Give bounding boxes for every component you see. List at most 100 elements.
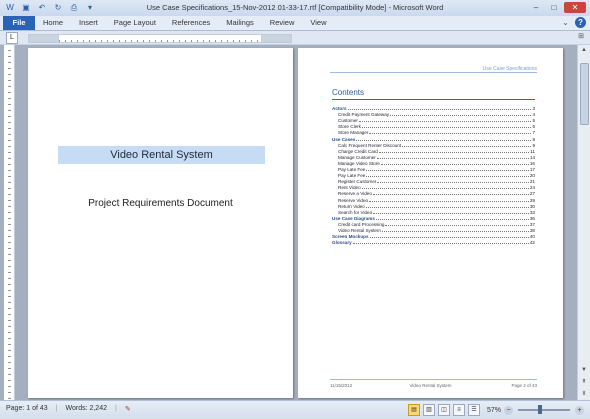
tab-mailings[interactable]: Mailings [218, 16, 262, 30]
toc-entry-page: 30 [529, 203, 535, 209]
toc-entry-label: Register Customer [338, 179, 377, 185]
outline-view-icon[interactable]: ≡ [452, 404, 465, 416]
zoom-out-icon[interactable]: − [504, 405, 513, 415]
toc-entry-label: Reserve Video [338, 197, 369, 203]
horizontal-ruler[interactable] [28, 34, 292, 43]
tab-page-layout[interactable]: Page Layout [106, 16, 164, 30]
minimize-button[interactable]: – [528, 2, 544, 13]
toc-entry-page: 29 [529, 197, 535, 203]
zoom-slider-thumb[interactable] [538, 405, 542, 414]
expand-ribbon-icon[interactable]: ⌄ [560, 17, 571, 28]
ruler-bar: L ⊞ [0, 31, 590, 45]
maximize-button[interactable]: □ [546, 2, 562, 13]
status-divider: | [55, 405, 58, 412]
quick-access-toolbar: W ▣ ↶ ↻ ⎙ ▾ [4, 2, 96, 13]
toc-leader [347, 109, 532, 111]
toc-entry-label: Video Rental System [338, 227, 381, 233]
undo-icon[interactable]: ↶ [36, 2, 48, 13]
toc-entry-page: 9 [532, 142, 535, 148]
toc-entry-page: 27 [529, 191, 535, 197]
footer-rule [330, 379, 537, 380]
help-icon[interactable]: ? [575, 17, 586, 28]
tab-view[interactable]: View [302, 16, 334, 30]
close-button[interactable]: ✕ [564, 2, 586, 13]
scroll-up-icon[interactable]: ▲ [578, 45, 590, 56]
toc-entry-label: Return Video [338, 203, 365, 209]
tab-home[interactable]: Home [35, 16, 71, 30]
document-area: Video Rental System Project Requirements… [0, 45, 578, 400]
toc-entry-page: 37 [529, 221, 535, 227]
vertical-scrollbar[interactable]: ▲ ▼ ⇞ ⇟ [577, 45, 590, 400]
customize-qat-icon[interactable]: ▾ [84, 2, 96, 13]
web-layout-icon[interactable]: ◫ [437, 404, 450, 416]
toc-entry-label: Rent Video [338, 185, 361, 191]
toc-leader [373, 212, 529, 214]
toc-entry-label: Charge Credit Card [338, 148, 378, 154]
toc-leader [358, 121, 532, 123]
tab-references[interactable]: References [164, 16, 218, 30]
toc-leader [376, 157, 529, 159]
proofing-icon[interactable]: ✎ [125, 405, 131, 413]
scroll-down-icon[interactable]: ▼ [578, 365, 590, 376]
toc-entry-label: Calc Frequent Renter Discount [338, 142, 402, 148]
tab-file[interactable]: File [3, 16, 35, 30]
status-bar: Page: 1 of 43 | Words: 2,242 | ✎ ▤ ▥ ◫ ≡… [0, 400, 590, 419]
save-icon[interactable]: ▣ [20, 2, 32, 13]
toc-entry-page: 8 [532, 136, 535, 142]
word-count[interactable]: Words: 2,242 [65, 405, 107, 413]
toc-entry-page: 3 [532, 106, 535, 112]
toc-leader [352, 243, 529, 245]
page-count[interactable]: Page: 1 of 43 [6, 405, 48, 413]
toc-entry-page: 17 [529, 167, 535, 173]
full-screen-reading-icon[interactable]: ▥ [422, 404, 435, 416]
zoom-level[interactable]: 57% [487, 407, 501, 414]
toc-entry-page: 38 [529, 227, 535, 233]
toc-leader [361, 188, 529, 190]
tab-insert[interactable]: Insert [71, 16, 106, 30]
print-icon[interactable]: ⎙ [68, 2, 80, 13]
view-ruler-icon[interactable]: ⊞ [576, 32, 586, 42]
toc-entry-label: Customer [338, 118, 358, 124]
scrollbar-thumb[interactable] [580, 63, 589, 125]
toc-entry-label: Store Clerk [338, 124, 361, 130]
toc-entry[interactable]: Glossary 42 [332, 239, 535, 245]
title-bar: W ▣ ↶ ↻ ⎙ ▾ Use Case Specifications_15-N… [0, 0, 590, 17]
toc-leader [375, 218, 529, 220]
window-title: Use Case Specifications_15-Nov-2012 01-3… [146, 3, 444, 12]
toc-entry-label: Search for Video [338, 209, 373, 215]
window-controls: – □ ✕ [528, 2, 586, 13]
toc-leader [380, 163, 529, 165]
document-page-1[interactable]: Video Rental System Project Requirements… [28, 48, 293, 398]
print-layout-view-icon[interactable]: ▤ [407, 404, 420, 416]
table-of-contents: Actors 3 Credit Payment Gateway 4 Customer 5 S… [332, 105, 535, 245]
tab-selector-icon[interactable]: L [6, 32, 18, 44]
toc-entry-page: 5 [532, 118, 535, 124]
toc-leader [356, 139, 532, 141]
toc-leader [369, 237, 529, 239]
toc-leader [402, 145, 532, 147]
toc-leader [365, 206, 529, 208]
toc-entry-label: Credit Payment Gateway [338, 112, 390, 118]
document-page-2[interactable]: Use Case Specifications Contents Actors 3… [298, 48, 563, 398]
next-page-icon[interactable]: ⇟ [578, 389, 590, 400]
toc-entry-page: 36 [529, 215, 535, 221]
word-logo-icon[interactable]: W [4, 2, 16, 13]
toc-entry-page: 20 [529, 173, 535, 179]
draft-view-icon[interactable]: ☰ [467, 404, 480, 416]
toc-leader [378, 151, 530, 153]
ribbon-right-controls: ⌄ ? [560, 17, 586, 28]
header-rule [330, 72, 537, 73]
zoom-in-icon[interactable]: + [575, 405, 584, 415]
vertical-ruler[interactable] [4, 45, 15, 400]
toc-title: Contents [332, 88, 365, 97]
toc-entry-label: Use Case Diagrams [332, 215, 375, 221]
redo-icon[interactable]: ↻ [52, 2, 64, 13]
toc-leader [377, 182, 529, 184]
toc-leader [390, 115, 532, 117]
tab-review[interactable]: Review [262, 16, 303, 30]
previous-page-icon[interactable]: ⇞ [578, 377, 590, 388]
toc-leader [372, 194, 529, 196]
zoom-slider[interactable] [518, 405, 570, 414]
toc-entry-label: Glossary [332, 240, 352, 246]
toc-entry-page: 7 [532, 130, 535, 136]
